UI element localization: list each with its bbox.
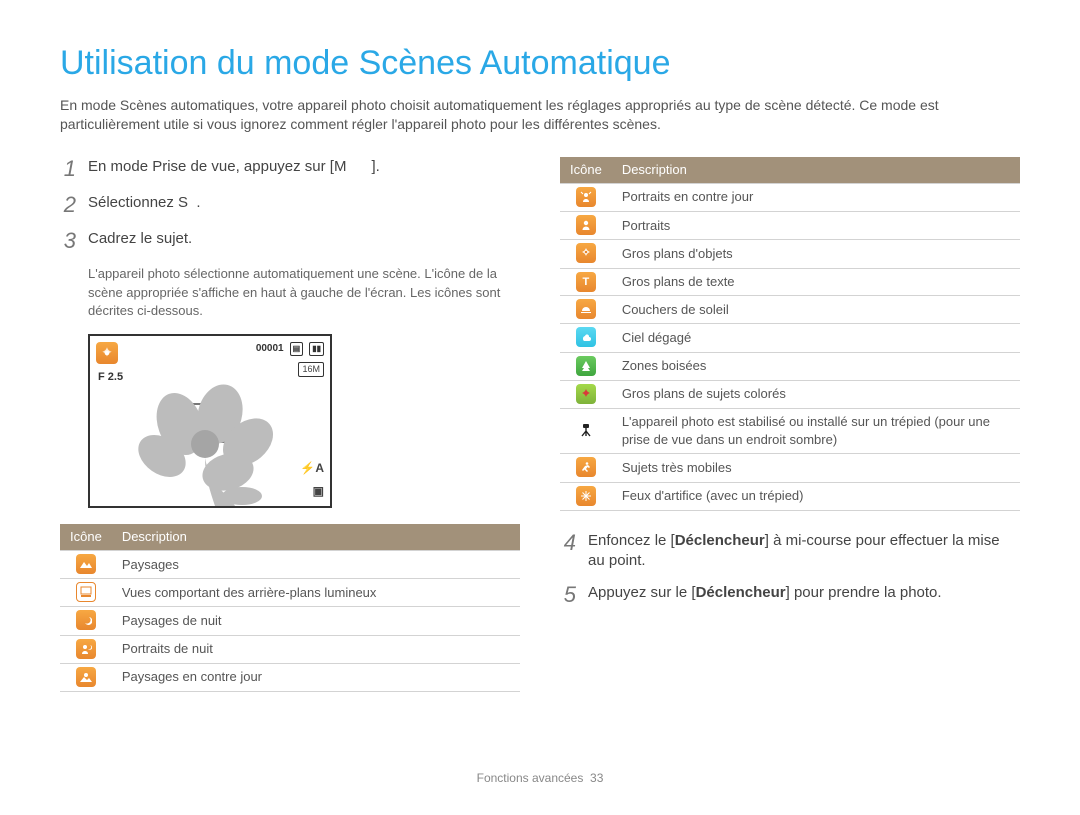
table-row: Sujets très mobiles xyxy=(560,454,1020,482)
step-text: Cadrez le sujet. xyxy=(88,229,192,249)
table-row: Gros plans de sujets colorés xyxy=(560,380,1020,408)
action-icon xyxy=(576,457,596,477)
step-number: 4 xyxy=(560,531,576,555)
table-row: Paysages de nuit xyxy=(60,607,520,635)
intro-paragraph: En mode Scènes automatiques, votre appar… xyxy=(60,96,1020,135)
resolution-badge: 16M xyxy=(298,362,324,377)
table-row: Couchers de soleil xyxy=(560,296,1020,324)
backlight-portrait-icon xyxy=(576,187,596,207)
icon-table-left: Icône Description Paysages Vues comporta… xyxy=(60,524,520,692)
battery-icon: ▮▮ xyxy=(309,342,324,355)
right-column: Icône Description Portraits en contre jo… xyxy=(560,157,1020,692)
footer-page-number: 33 xyxy=(590,771,603,785)
table-row: Vues comportant des arrière-plans lumine… xyxy=(60,579,520,607)
sunset-icon xyxy=(576,299,596,319)
step-number: 3 xyxy=(60,229,76,253)
step-1: 1 En mode Prise de vue, appuyez sur [M ]… xyxy=(60,157,520,181)
night-portrait-icon xyxy=(76,639,96,659)
macro-color-icon xyxy=(576,384,596,404)
footer-section: Fonctions avancées xyxy=(477,771,584,785)
table-row: T Gros plans de texte xyxy=(560,268,1020,296)
manual-page: Utilisation du mode Scènes Automatique E… xyxy=(0,0,1080,692)
table-row: Feux d'artifice (avec un trépied) xyxy=(560,482,1020,510)
th-desc: Description xyxy=(112,524,520,551)
white-screen-icon xyxy=(76,582,96,602)
memory-card-icon: ▤ xyxy=(290,342,304,355)
cell-desc: Portraits en contre jour xyxy=(612,183,1020,211)
preview-right-bottom: ⚡A ▣ xyxy=(300,460,324,500)
icon-table-right: Icône Description Portraits en contre jo… xyxy=(560,157,1020,511)
scene-macro-badge-icon xyxy=(96,342,118,364)
portrait-icon xyxy=(576,215,596,235)
tripod-icon xyxy=(576,420,596,440)
landscape-icon xyxy=(76,554,96,574)
cell-desc: Ciel dégagé xyxy=(612,324,1020,352)
cell-desc: Feux d'artifice (avec un trépied) xyxy=(612,482,1020,510)
step-4: 4 Enfoncez le [Déclencheur] à mi-course … xyxy=(560,531,1020,572)
frame-counter: 00001 xyxy=(256,342,284,356)
th-desc: Description xyxy=(612,157,1020,184)
cell-desc: Gros plans d'objets xyxy=(612,240,1020,268)
cell-desc: Gros plans de sujets colorés xyxy=(612,380,1020,408)
step-number: 5 xyxy=(560,583,576,607)
table-row: Zones boisées xyxy=(560,352,1020,380)
page-footer: Fonctions avancées 33 xyxy=(0,770,1080,787)
night-landscape-icon xyxy=(76,610,96,630)
th-icon: Icône xyxy=(560,157,612,184)
cell-desc: L'appareil photo est stabilisé ou instal… xyxy=(612,408,1020,453)
cell-desc: Couchers de soleil xyxy=(612,296,1020,324)
table-row: Portraits de nuit xyxy=(60,635,520,663)
flower-illustration xyxy=(120,376,290,506)
preview-top-indicators: 00001 ▤ ▮▮ xyxy=(256,342,324,356)
step-text: En mode Prise de vue, appuyez sur [M ]. xyxy=(88,157,380,177)
th-icon: Icône xyxy=(60,524,112,551)
page-title: Utilisation du mode Scènes Automatique xyxy=(60,40,1020,88)
forest-icon xyxy=(576,356,596,376)
table-row: Ciel dégagé xyxy=(560,324,1020,352)
step-number: 2 xyxy=(60,193,76,217)
two-column-layout: 1 En mode Prise de vue, appuyez sur [M ]… xyxy=(60,157,1020,692)
step-2: 2 Sélectionnez S . xyxy=(60,193,520,217)
table-row: L'appareil photo est stabilisé ou instal… xyxy=(560,408,1020,453)
step-text: Enfoncez le [Déclencheur] à mi-course po… xyxy=(588,531,1020,572)
table-row: Portraits en contre jour xyxy=(560,183,1020,211)
table-row: Gros plans d'objets xyxy=(560,240,1020,268)
step-text: Appuyez sur le [Déclencheur] pour prendr… xyxy=(588,583,942,603)
step-5: 5 Appuyez sur le [Déclencheur] pour pren… xyxy=(560,583,1020,607)
cell-desc: Zones boisées xyxy=(612,352,1020,380)
camera-preview-figure: F 2.5 00001 ▤ ▮▮ 16M ⚡A ▣ xyxy=(88,334,332,508)
cell-desc: Paysages xyxy=(112,551,520,579)
cell-desc: Vues comportant des arrière-plans lumine… xyxy=(112,579,520,607)
step-text: Sélectionnez S . xyxy=(88,193,201,213)
cell-desc: Gros plans de texte xyxy=(612,268,1020,296)
preview-right-stack: 16M xyxy=(298,362,324,377)
table-row: Paysages xyxy=(60,551,520,579)
cell-desc: Paysages de nuit xyxy=(112,607,520,635)
flash-auto-icon: ⚡A xyxy=(300,460,324,477)
step-note: L'appareil photo sélectionne automatique… xyxy=(88,265,520,320)
step-number: 1 xyxy=(60,157,76,181)
macro-text-icon: T xyxy=(576,272,596,292)
single-shot-icon: ▣ xyxy=(313,483,324,500)
cell-desc: Sujets très mobiles xyxy=(612,454,1020,482)
cell-desc: Portraits xyxy=(612,212,1020,240)
macro-icon xyxy=(576,243,596,263)
cell-desc: Paysages en contre jour xyxy=(112,663,520,691)
table-row: Paysages en contre jour xyxy=(60,663,520,691)
clear-sky-icon xyxy=(576,327,596,347)
left-column: 1 En mode Prise de vue, appuyez sur [M ]… xyxy=(60,157,520,692)
firework-icon xyxy=(576,486,596,506)
backlight-landscape-icon xyxy=(76,667,96,687)
step-3: 3 Cadrez le sujet. xyxy=(60,229,520,253)
cell-desc: Portraits de nuit xyxy=(112,635,520,663)
table-row: Portraits xyxy=(560,212,1020,240)
